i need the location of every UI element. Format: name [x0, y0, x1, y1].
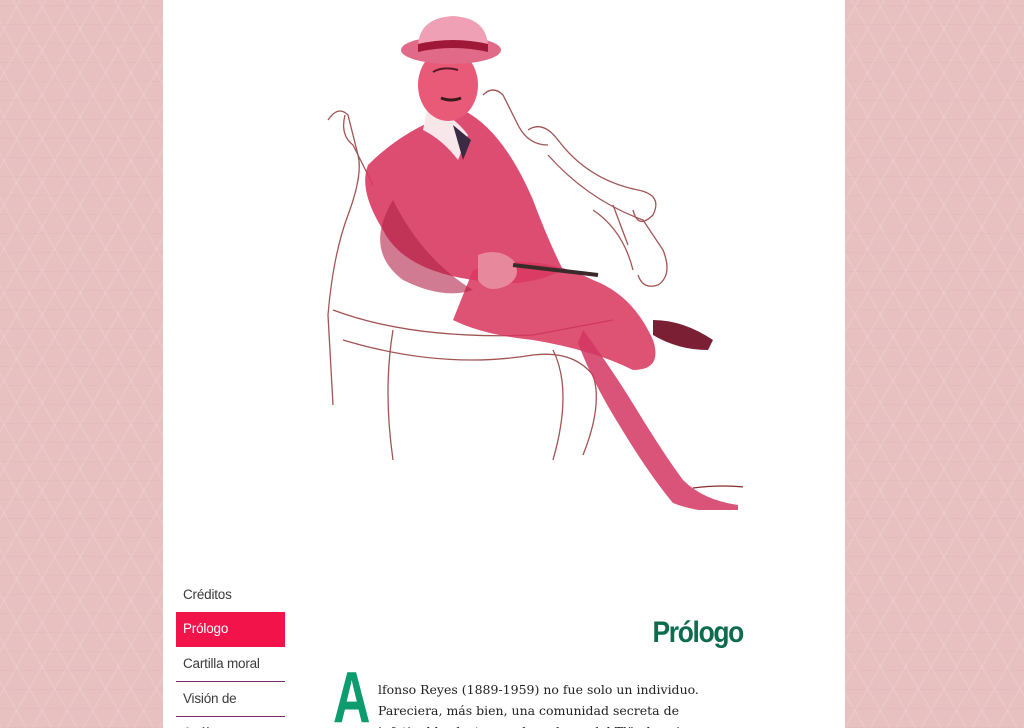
page-container: Créditos Prólogo Cartilla moral Visión d… — [163, 0, 845, 728]
article-paragraph: lfonso Reyes (1889-1959) no fue solo un … — [378, 682, 707, 728]
page-title: Prólogo — [652, 616, 745, 650]
dropcap-letter: A — [333, 658, 371, 728]
chapter-nav: Créditos Prólogo Cartilla moral Visión d… — [176, 578, 285, 728]
nav-item-cartilla-moral[interactable]: Cartilla moral — [176, 647, 285, 682]
nav-item-prologo[interactable]: Prólogo — [176, 612, 285, 647]
portrait-illustration-icon — [327, 16, 743, 510]
nav-item-vision-de-anahuac[interactable]: Visión de Anáhuac — [176, 682, 285, 728]
article-body: A lfonso Reyes (1889-1959) no fue solo u… — [333, 662, 743, 728]
nav-item-creditos[interactable]: Créditos — [176, 578, 285, 612]
